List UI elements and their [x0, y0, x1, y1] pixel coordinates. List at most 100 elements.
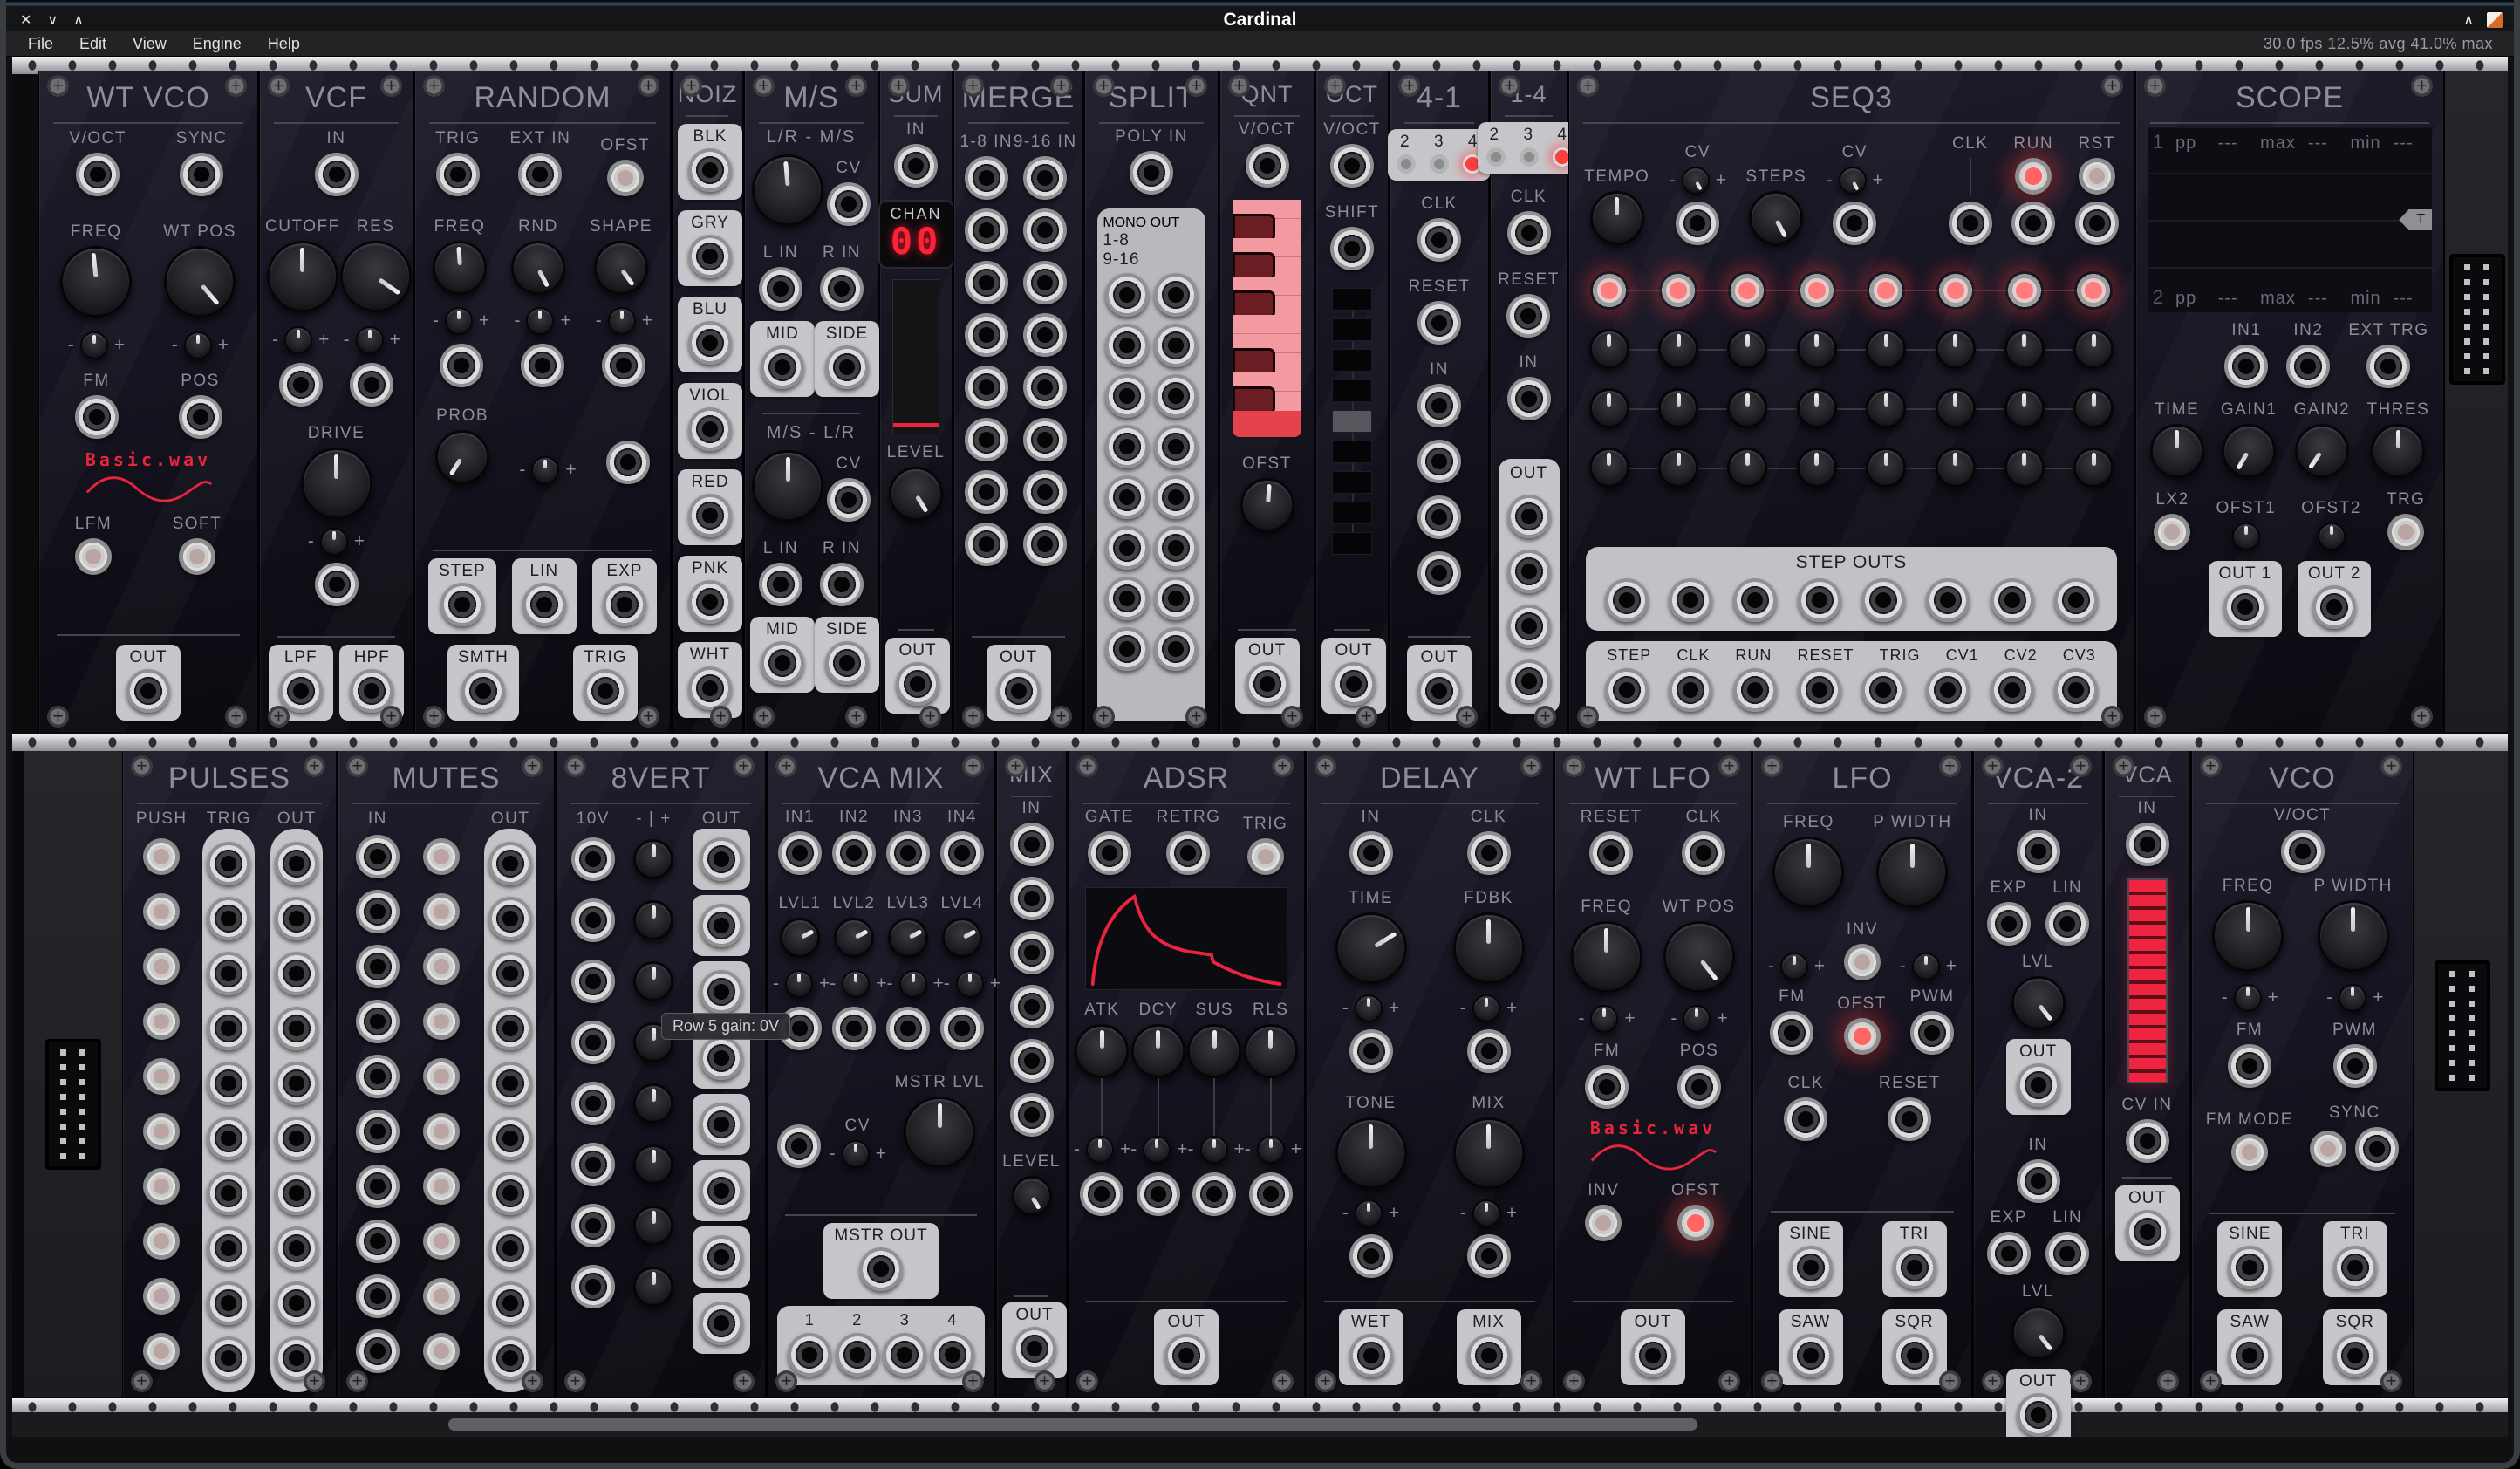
- vert8-row3-knob[interactable]: [633, 961, 673, 1001]
- mutes-out-1-jack[interactable]: [488, 842, 532, 885]
- mutes-in-7-jack[interactable]: [356, 1165, 400, 1208]
- scope-time-knob[interactable]: [2150, 424, 2204, 478]
- wtvco-lfm-button[interactable]: [75, 538, 112, 575]
- pulses-trig-4-jack[interactable]: [207, 1007, 250, 1050]
- m14-reset-jack[interactable]: [1506, 294, 1550, 338]
- seq3-port-jack[interactable]: [2011, 202, 2055, 245]
- ms-side-jack[interactable]: [825, 641, 869, 685]
- step-out-2-jack[interactable]: [1669, 578, 1712, 622]
- vert8-row5-knob[interactable]: [633, 1083, 673, 1124]
- wavetable-filename[interactable]: Basic.wav: [83, 449, 214, 470]
- g2-gate-light-lit[interactable]: [1659, 271, 1697, 310]
- seq3-trig-jack[interactable]: [1861, 668, 1905, 712]
- mutes-btn-5[interactable]: [423, 1058, 460, 1095]
- split-1-8-3-jack[interactable]: [1105, 374, 1149, 418]
- split-9-16-2-jack[interactable]: [1154, 324, 1198, 367]
- ms-mid-jack[interactable]: [761, 641, 804, 685]
- g3-gate-light-lit[interactable]: [1728, 271, 1766, 310]
- mutes-in-10-jack[interactable]: [356, 1329, 400, 1373]
- pulses-trig-2-jack[interactable]: [207, 897, 250, 940]
- adsr-out-jack[interactable]: [1164, 1334, 1208, 1377]
- vco-trim-knob[interactable]: [2339, 984, 2366, 1012]
- pulses-out-9-jack[interactable]: [275, 1281, 318, 1325]
- vca2-in-jack[interactable]: [2017, 830, 2060, 873]
- seq3-cv1-step4-knob[interactable]: [1797, 329, 1837, 369]
- g6-gate-light-lit[interactable]: [1936, 271, 1975, 310]
- m41-port-jack[interactable]: [1417, 440, 1461, 483]
- wtlfo-trim-knob[interactable]: [1683, 1005, 1711, 1033]
- vert8-out-1-jack[interactable]: [700, 837, 743, 881]
- seq3-cv3-step7-knob[interactable]: [2004, 448, 2045, 488]
- seq3-clk-jack[interactable]: [1669, 668, 1712, 712]
- wtlfo-trim-knob[interactable]: [1590, 1005, 1618, 1033]
- delay-clk-jack[interactable]: [1467, 831, 1511, 875]
- pulses-trig-1-jack[interactable]: [207, 842, 250, 885]
- vcf-in-jack[interactable]: [315, 153, 359, 196]
- seq3-cv3-step4-knob[interactable]: [1797, 448, 1837, 488]
- mutes-in-6-jack[interactable]: [356, 1110, 400, 1153]
- m41-clk-jack[interactable]: [1417, 218, 1461, 262]
- vca2-lvl-knob[interactable]: [2011, 976, 2066, 1030]
- qnt-v-oct-jack[interactable]: [1246, 144, 1289, 188]
- seq3-trim-knob[interactable]: [1839, 167, 1867, 195]
- vcf-port-jack[interactable]: [315, 563, 359, 606]
- vcamix-lvl3-knob[interactable]: [888, 918, 928, 958]
- mutes-out-3-jack[interactable]: [488, 952, 532, 995]
- vert8-out-5-jack[interactable]: [700, 1103, 743, 1146]
- trigger-marker[interactable]: T: [2399, 209, 2432, 230]
- key-black[interactable]: [1233, 353, 1302, 372]
- pulses-trig-10-jack[interactable]: [207, 1336, 250, 1380]
- scope-ext-trg-jack[interactable]: [2366, 345, 2410, 388]
- delay-wet-jack[interactable]: [1349, 1334, 1393, 1377]
- vert8-out-4-jack[interactable]: [700, 1036, 743, 1080]
- seq3-btn-button-lit[interactable]: [2015, 158, 2052, 195]
- lfo-tri-jack[interactable]: [1893, 1246, 1936, 1289]
- channel-2-led[interactable]: [1486, 147, 1506, 167]
- scope-thres-knob[interactable]: [2371, 424, 2425, 478]
- lfo-freq-knob[interactable]: [1772, 837, 1844, 908]
- merge-out-jack[interactable]: [997, 669, 1041, 713]
- vcf-port-jack[interactable]: [279, 363, 323, 407]
- random-trim-knob[interactable]: [608, 307, 636, 335]
- random-step-jack[interactable]: [440, 583, 484, 626]
- seq3-cv2-jack[interactable]: [1991, 668, 2034, 712]
- tray-app-icon[interactable]: [2486, 11, 2503, 29]
- seq3-cv2-step1-knob[interactable]: [1589, 388, 1629, 428]
- vca2-out-jack[interactable]: [2017, 1393, 2060, 1437]
- pulses-out-4-jack[interactable]: [275, 1007, 318, 1050]
- pulses-push-7[interactable]: [143, 1168, 180, 1205]
- random-port-jack[interactable]: [440, 344, 483, 387]
- mutes-out-4-jack[interactable]: [488, 1007, 532, 1050]
- vco-tri-jack[interactable]: [2333, 1246, 2377, 1289]
- noiz-blu-jack[interactable]: [688, 321, 732, 365]
- key-black[interactable]: [1233, 257, 1302, 277]
- vert8-10v-4-jack[interactable]: [571, 1021, 615, 1064]
- merge-9-16-in-8-jack[interactable]: [1023, 523, 1067, 566]
- menu-edit[interactable]: Edit: [66, 35, 120, 53]
- adsr-port-jack[interactable]: [1080, 1172, 1123, 1216]
- octave-cell[interactable]: [1332, 532, 1372, 555]
- vcf-port-jack[interactable]: [350, 363, 393, 407]
- vert8-10v-1-jack[interactable]: [571, 837, 615, 881]
- wtlfo-reset-jack[interactable]: [1589, 831, 1633, 875]
- mutes-out-2-jack[interactable]: [488, 897, 532, 940]
- seq3-cv3-step5-knob[interactable]: [1866, 448, 1906, 488]
- split-1-8-1-jack[interactable]: [1105, 273, 1149, 317]
- wtlfo-inv-button[interactable]: [1585, 1205, 1622, 1241]
- mutes-out-5-jack[interactable]: [488, 1062, 532, 1105]
- split-1-8-5-jack[interactable]: [1105, 475, 1149, 519]
- wtlfo-fm-jack[interactable]: [1585, 1065, 1629, 1109]
- delay-trim-knob[interactable]: [1472, 994, 1500, 1022]
- ms-side-jack[interactable]: [825, 345, 869, 389]
- mutes-btn-2[interactable]: [423, 893, 460, 930]
- seq3-cv3-step1-knob[interactable]: [1589, 448, 1629, 488]
- seq3-btn-button[interactable]: [2079, 158, 2115, 195]
- vco-sqr-jack[interactable]: [2333, 1334, 2377, 1377]
- scope-in1-jack[interactable]: [2224, 345, 2268, 388]
- vcf-res-knob[interactable]: [340, 241, 412, 312]
- vco-p-width-knob[interactable]: [2318, 900, 2389, 972]
- mutes-btn-7[interactable]: [423, 1168, 460, 1205]
- g1-gate-light-lit[interactable]: [1590, 271, 1629, 310]
- sum-out-jack[interactable]: [896, 662, 939, 706]
- g8-gate-light-lit[interactable]: [2074, 271, 2113, 310]
